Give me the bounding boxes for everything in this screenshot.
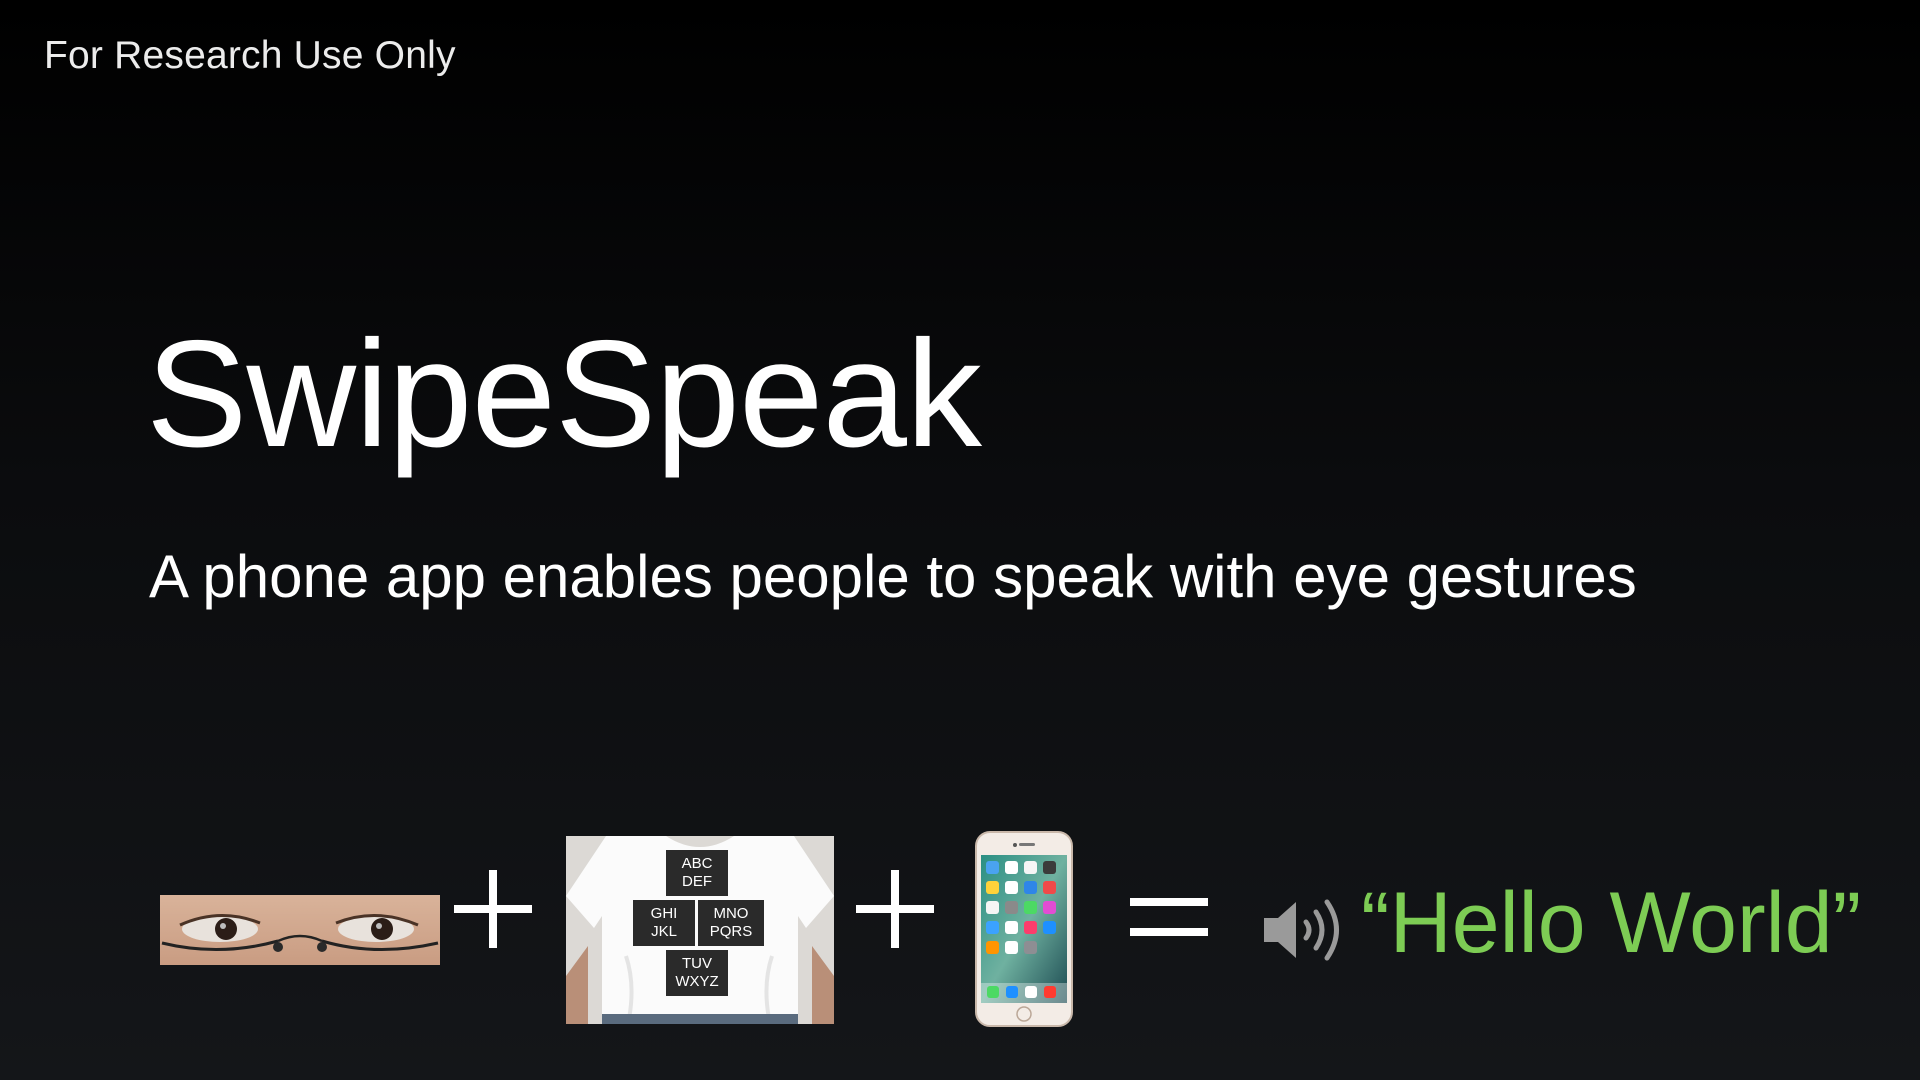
- disclaimer-text: For Research Use Only: [44, 34, 456, 77]
- plus-operator-2: [854, 868, 936, 954]
- letter-board-left: GHI JKL: [633, 900, 695, 946]
- smartphone-icon: [975, 831, 1073, 1027]
- spoken-output-text: “Hello World”: [1361, 875, 1862, 971]
- slide-title: SwipeSpeak: [146, 309, 982, 479]
- t-shirt-letter-board-photo: ABC DEF GHI JKL MNO PQRS TUV WXYZ: [566, 836, 834, 1024]
- equals-operator: [1128, 888, 1210, 952]
- eyes-with-glasses-photo: [160, 895, 440, 965]
- letter-board-top: ABC DEF: [666, 850, 728, 896]
- letter-board-bottom: TUV WXYZ: [666, 950, 728, 996]
- slide-subtitle: A phone app enables people to speak with…: [149, 543, 1637, 610]
- speaker-volume-icon: [1262, 896, 1348, 964]
- plus-operator-1: [452, 868, 534, 954]
- letter-board-right: MNO PQRS: [698, 900, 764, 946]
